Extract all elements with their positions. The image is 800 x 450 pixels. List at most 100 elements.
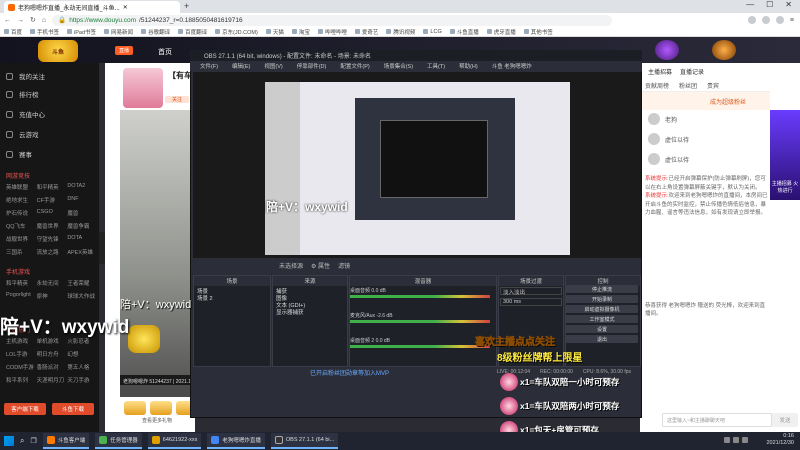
send-button[interactable]: 发送	[772, 413, 798, 427]
virtual-cam-button[interactable]: 启动虚拟摄像机	[566, 305, 638, 313]
game-category-link[interactable]: DNF	[67, 196, 98, 204]
obs-menu-item[interactable]: 斗鱼 老狗嗯嗯炸	[492, 62, 532, 70]
game-category-link[interactable]: Pogorlight	[6, 292, 37, 300]
fan-row[interactable]: 老狗	[648, 113, 677, 125]
game-category-link[interactable]: QQ飞车	[6, 222, 37, 230]
game-category-link[interactable]: 香肠派对	[37, 363, 68, 371]
taskbar-app[interactable]: 斗鱼客户端	[42, 433, 90, 449]
profile-icon[interactable]	[775, 16, 784, 24]
bookmark-item[interactable]: LCG	[423, 29, 442, 35]
bookmark-item[interactable]: 百度翻译	[178, 28, 207, 36]
game-category-link[interactable]: 绝地求生	[6, 196, 37, 204]
windows-start-icon[interactable]	[4, 436, 14, 446]
game-category-link[interactable]: 和平精英	[6, 279, 37, 287]
game-category-link[interactable]: 魔兽	[67, 209, 98, 217]
tab-contrib[interactable]: 贡献周榜	[645, 81, 669, 90]
event-avatar-icon[interactable]	[655, 40, 679, 60]
user-avatar-icon[interactable]	[712, 40, 736, 60]
mixer-row[interactable]: 桌面音频 0.0 dB	[350, 287, 490, 298]
taskbar-app[interactable]: 任务管理器	[95, 433, 142, 449]
gift-item[interactable]	[150, 401, 172, 415]
game-category-link[interactable]: 魔兽世界	[37, 222, 68, 230]
game-category-link[interactable]: 第五人格	[67, 363, 98, 371]
bookmark-item[interactable]: 天猫	[265, 28, 284, 36]
game-category-link[interactable]: 流放之路	[37, 248, 68, 256]
bookmark-item[interactable]: 淘宝	[291, 28, 310, 36]
source-item[interactable]: 显示器捕获	[276, 310, 344, 317]
start-record-button[interactable]: 开始录制	[566, 295, 638, 303]
game-category-link[interactable]: CF手游	[37, 196, 68, 204]
game-category-link[interactable]: 明日方舟	[37, 350, 68, 358]
tab-close-icon[interactable]: ✕	[123, 4, 128, 11]
duration-input[interactable]: 300 ms	[500, 298, 562, 306]
bookmark-item[interactable]: 谷歌翻译	[141, 28, 170, 36]
close-button[interactable]: ✕	[785, 0, 792, 9]
client-download-button[interactable]: 客户端下载	[4, 403, 46, 415]
bookmark-item[interactable]: 腾讯视频	[386, 28, 415, 36]
game-category-link[interactable]: 王者荣耀	[67, 279, 98, 287]
game-category-link[interactable]: 守望先锋	[37, 235, 68, 243]
browser-tab-active[interactable]: 老狗嗯嗯炸直播_永劫无间直播_斗鱼... ✕	[4, 1, 180, 13]
transition-select[interactable]: 淡入淡出	[500, 287, 562, 296]
search-icon[interactable]: ⌕	[20, 436, 24, 446]
taskbar-app[interactable]: OBS 27.1.1 (64 bi...	[270, 433, 339, 449]
game-category-link[interactable]: DOTA	[67, 235, 98, 243]
ime-icon[interactable]	[742, 437, 748, 443]
sidebar-item-recharge[interactable]: 充值中心	[6, 109, 45, 119]
new-tab-button[interactable]: +	[184, 1, 189, 11]
obs-menu-item[interactable]: 场景集合(S)	[384, 62, 413, 70]
game-category-link[interactable]: 战舰世界	[6, 235, 37, 243]
mixer-row[interactable]: 麦克风/Aux -2.6 dB	[350, 312, 490, 323]
bookmark-item[interactable]: 网易新闻	[104, 28, 133, 36]
anchor-avatar[interactable]	[123, 68, 163, 108]
obs-menu-item[interactable]: 工具(T)	[427, 62, 445, 70]
star-icon[interactable]	[761, 16, 770, 24]
tab-recruit[interactable]: 主播招募	[648, 67, 672, 76]
url-input[interactable]: 🔒 https://www.douyu.com/51244237_r=0.188…	[52, 14, 613, 26]
game-category-link[interactable]: 天刀手游	[67, 376, 98, 384]
taskbar-app[interactable]: 64621922-xxx	[147, 433, 202, 449]
bookmark-item[interactable]: 虎牙直播	[486, 28, 516, 36]
game-category-link[interactable]: 三国杀	[6, 248, 37, 256]
source-item[interactable]: 捕获	[276, 289, 344, 296]
bookmark-item[interactable]: 京东(JD.COM)	[215, 28, 258, 36]
bookmark-item[interactable]: 斗鱼直播	[449, 28, 479, 36]
properties-button[interactable]: ⚙ 属性	[311, 261, 330, 270]
mixer-row[interactable]: 桌面音频 2 0.0 dB	[350, 337, 490, 348]
source-item[interactable]: 图像	[276, 296, 344, 303]
game-category-link[interactable]: 和平系列	[6, 376, 37, 384]
site-logo[interactable]: 斗鱼	[38, 40, 78, 62]
sidebar-item-rank[interactable]: 排行榜	[6, 89, 39, 99]
back-icon[interactable]: ←	[4, 17, 11, 24]
game-category-link[interactable]: 魔兽争霸	[67, 222, 98, 230]
scene-item[interactable]: 场景	[197, 289, 267, 296]
bookmark-item[interactable]: 手机书签	[30, 28, 59, 36]
nav-home[interactable]: 首页	[158, 47, 172, 57]
game-category-link[interactable]: DOTA2	[67, 183, 98, 191]
game-category-link[interactable]: APEX英雄	[67, 248, 98, 256]
studio-mode-button[interactable]: 工作室模式	[566, 315, 638, 323]
bookmark-item[interactable]: 其他书签	[523, 28, 553, 36]
game-category-link[interactable]: CSGO	[37, 209, 68, 217]
chat-input[interactable]: 这里输入~和主播聊聊天吧	[662, 413, 772, 427]
forward-icon[interactable]: →	[17, 17, 24, 24]
scene-item[interactable]: 场景 2	[197, 296, 267, 303]
bookmark-item[interactable]: 百度	[4, 28, 22, 36]
game-category-link[interactable]: LOL手游	[6, 350, 37, 358]
obs-menu-item[interactable]: 配置文件(P)	[340, 62, 369, 70]
game-category-link[interactable]: CODM手游	[6, 363, 37, 371]
tab-fans[interactable]: 粉丝团	[679, 81, 697, 90]
fan-row[interactable]: 虚位以待	[648, 133, 689, 145]
tab-records[interactable]: 直播记录	[680, 67, 704, 76]
follow-button[interactable]: 关注	[165, 96, 189, 103]
network-icon[interactable]	[724, 437, 730, 443]
app-download-button[interactable]: 斗鱼下载	[52, 403, 94, 415]
sidebar-item-esports[interactable]: 赛事	[6, 149, 32, 159]
task-view-icon[interactable]: ❐	[30, 437, 36, 445]
refresh-icon[interactable]: ↻	[30, 16, 36, 24]
gift-item[interactable]	[124, 401, 146, 415]
filters-button[interactable]: 滤镜	[338, 261, 350, 270]
game-category-link[interactable]: 天涯明月刀	[37, 376, 68, 384]
game-category-link[interactable]: 英雄联盟	[6, 183, 37, 191]
obs-menu-item[interactable]: 视图(V)	[264, 62, 282, 70]
